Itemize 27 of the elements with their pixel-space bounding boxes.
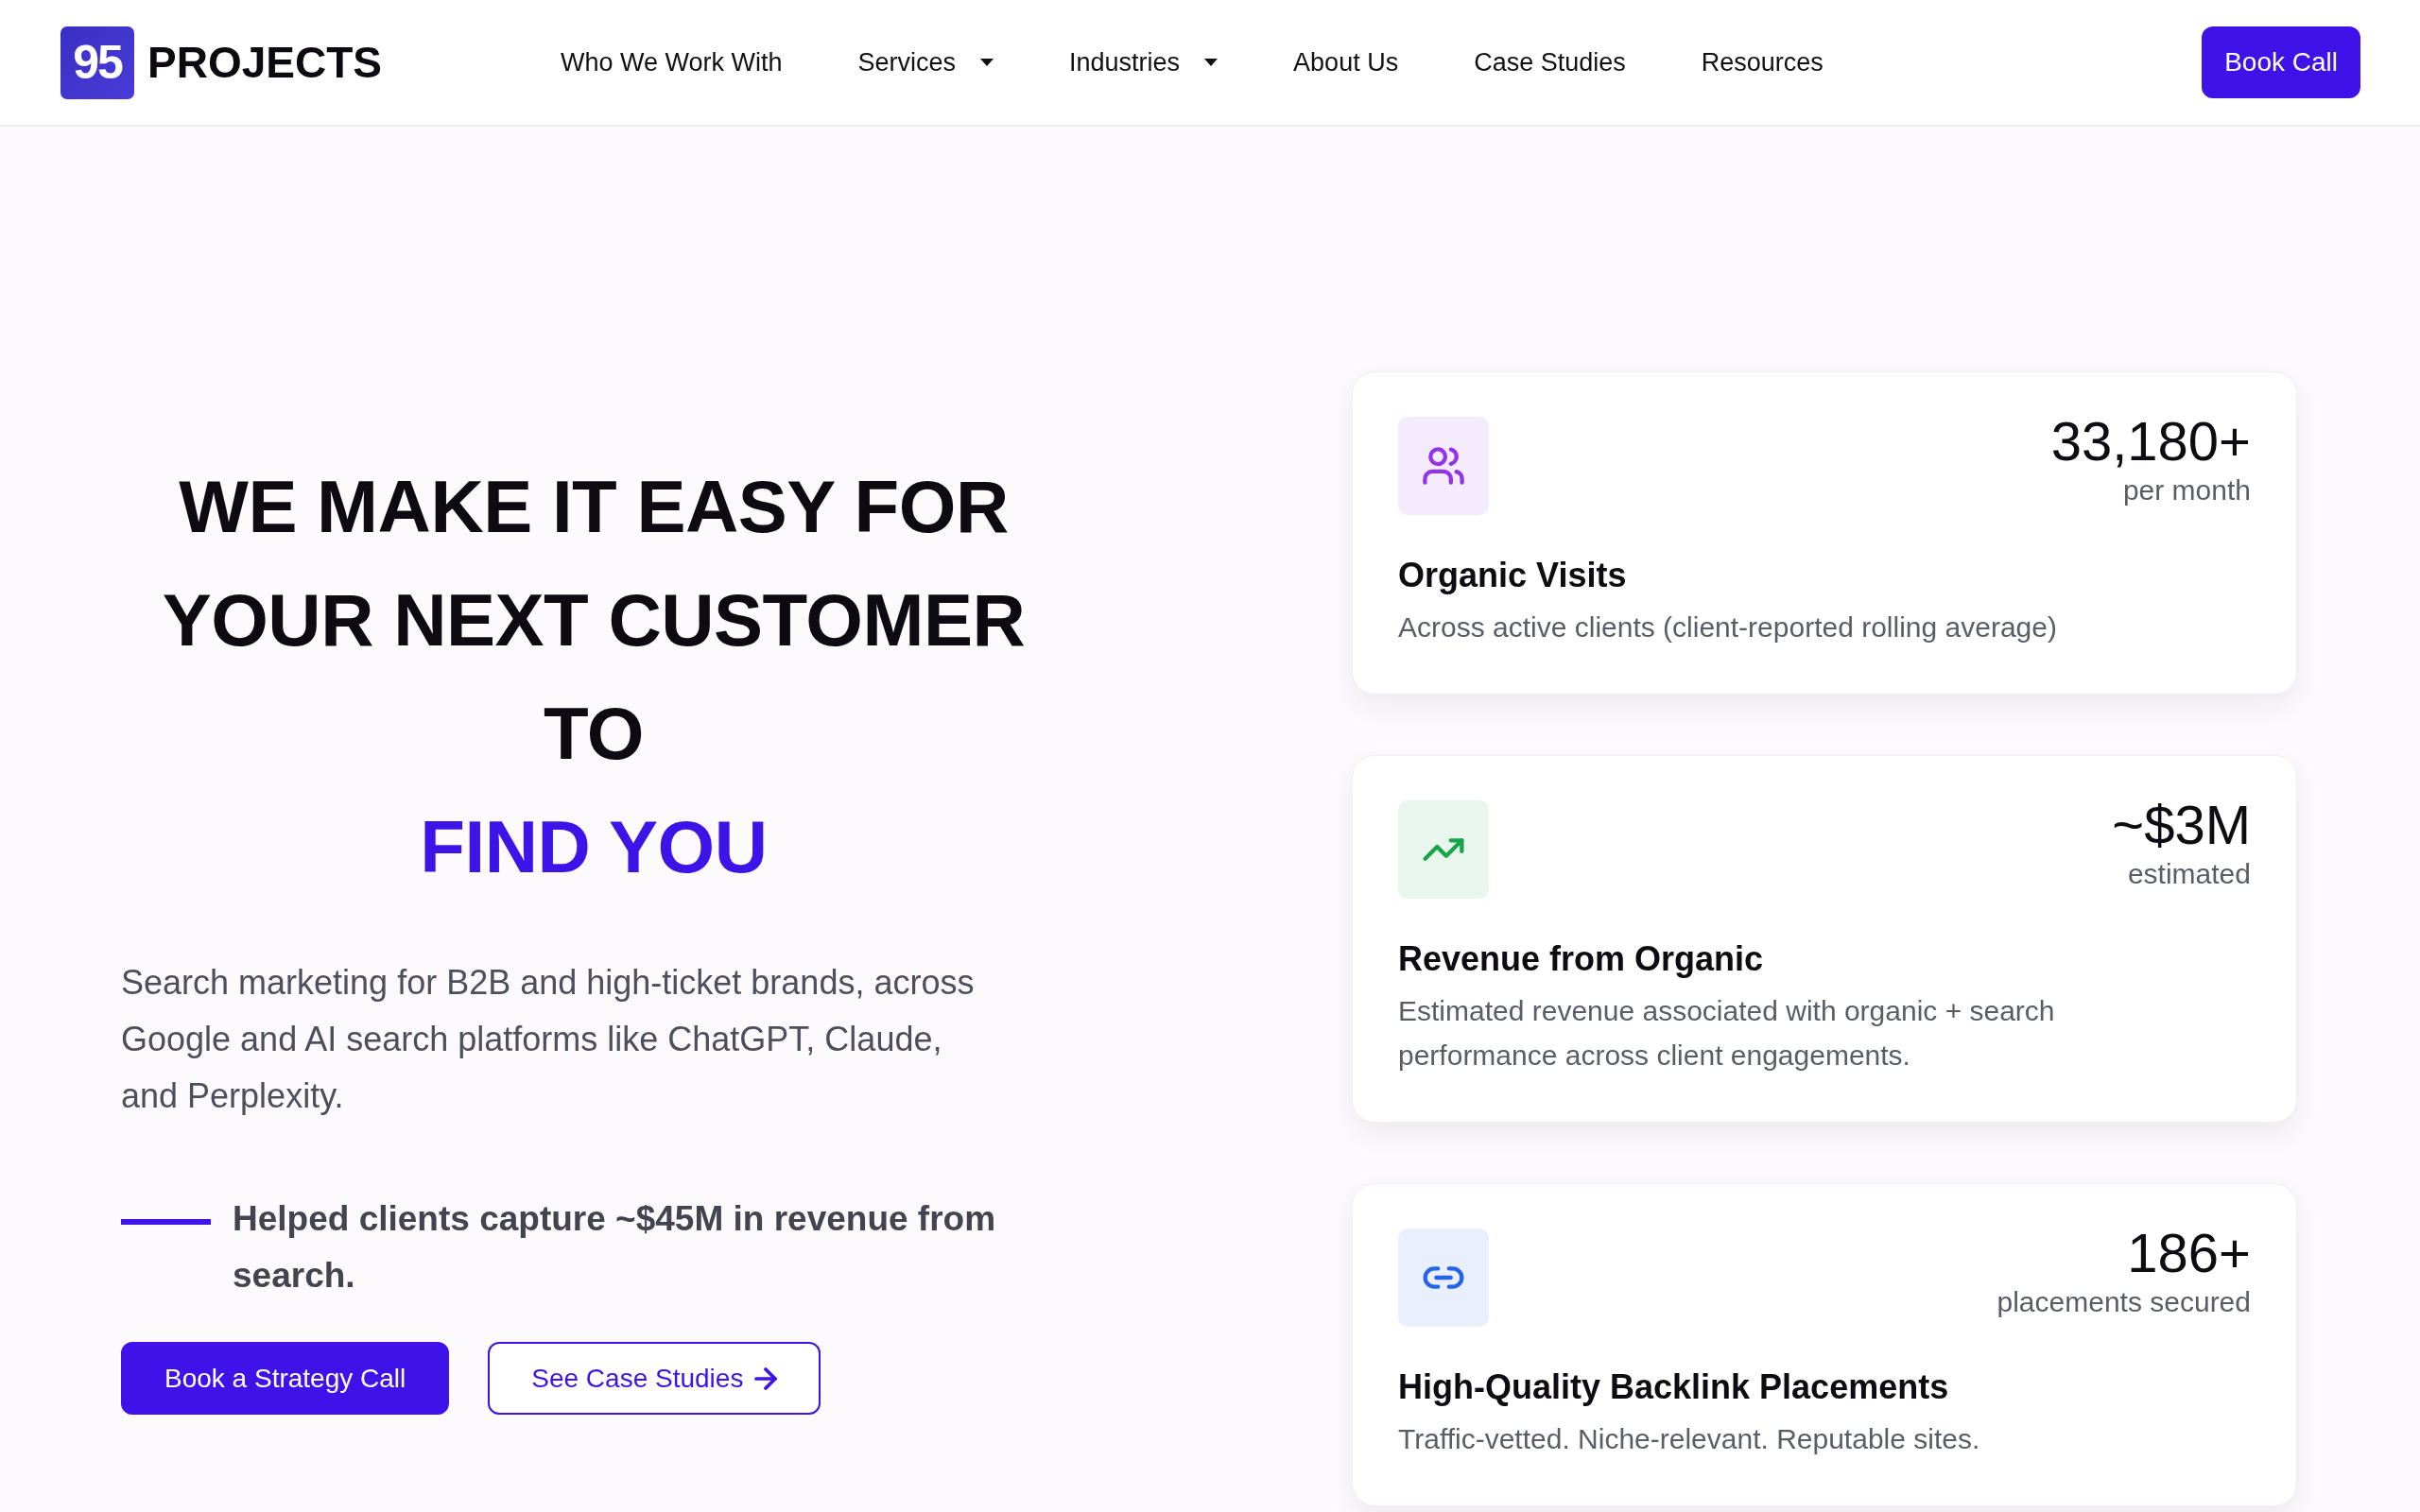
book-call-button[interactable]: Book Call bbox=[2202, 26, 2360, 98]
proof-text: Helped clients capture ~$45M in revenue from search. bbox=[233, 1198, 997, 1297]
stat-description: Estimated revenue associated with organic + search performance across client engagements. bbox=[1398, 994, 2056, 1073]
nav-link[interactable]: Resources bbox=[1701, 47, 1824, 77]
stat-title: High-Quality Backlink Placements bbox=[1398, 1366, 1950, 1408]
strategy-call-button[interactable]: Book a Strategy Call bbox=[121, 1342, 450, 1415]
hero-headline: WE MAKE IT EASY FOR YOUR NEXT CUSTOMER TO FIND YOU bbox=[161, 464, 1027, 890]
stat-title: Revenue from Organic bbox=[1398, 938, 1765, 980]
case-studies-button[interactable]: See Case Studies bbox=[488, 1342, 821, 1415]
arrow-right-icon bbox=[754, 1366, 778, 1390]
stat-unit: placements secured bbox=[1996, 1285, 2251, 1319]
hero-description: Search marketing for B2B and high-ticket brands, across Google and AI search platforms like ChatGPT, Claude, and Perplexity. bbox=[121, 962, 976, 1117]
nav-link[interactable]: About Us bbox=[1293, 47, 1399, 77]
logo-wordmark[interactable]: PROJECTS bbox=[147, 37, 382, 88]
logo-badge[interactable]: 95 bbox=[60, 26, 134, 99]
stat-title: Organic Visits bbox=[1398, 555, 1628, 596]
stat-unit: estimated bbox=[2126, 857, 2251, 891]
stat-description: Traffic-vetted. Niche-relevant. Reputable sites. bbox=[1398, 1422, 1981, 1456]
stat-value: ~$3M bbox=[2112, 795, 2251, 855]
nav-link[interactable]: Industries bbox=[1069, 47, 1219, 77]
nav-link[interactable]: Services bbox=[857, 47, 994, 77]
nav-link[interactable]: Case Studies bbox=[1474, 47, 1626, 77]
stat-value: 186+ bbox=[2126, 1223, 2251, 1283]
stat-value: 33,180+ bbox=[2050, 411, 2251, 472]
stat-description: Across active clients (client-reported rolling average) bbox=[1398, 610, 2058, 644]
stat-unit: per month bbox=[2121, 473, 2251, 507]
nav-link[interactable]: Who We Work With bbox=[560, 47, 783, 77]
